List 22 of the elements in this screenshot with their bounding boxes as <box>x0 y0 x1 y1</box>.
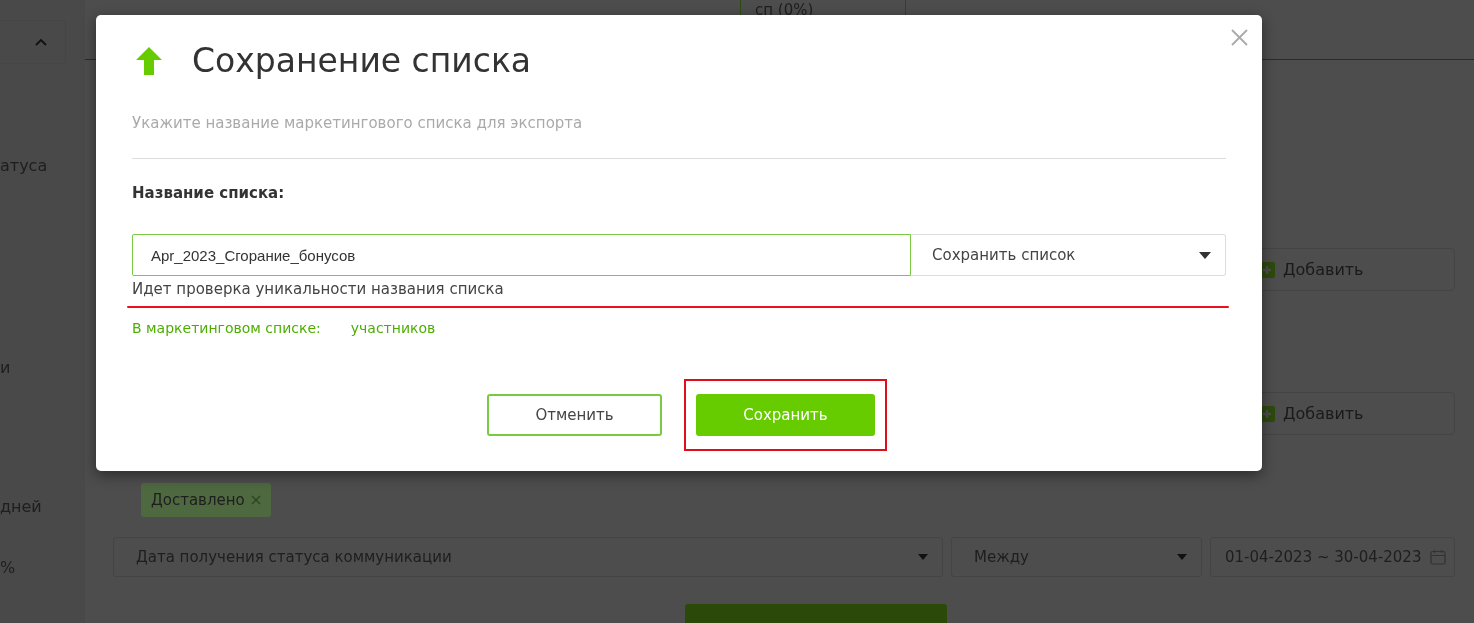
remove-icon[interactable] <box>250 495 261 506</box>
chevron-up-icon <box>35 38 47 46</box>
save-button[interactable]: Сохранить <box>696 394 875 436</box>
status-message: Идет проверка уникальности названия списка <box>132 280 505 298</box>
submit-button[interactable] <box>685 604 947 623</box>
close-icon[interactable] <box>1231 29 1248 46</box>
save-mode-dropdown[interactable]: Сохранить список <box>911 234 1226 276</box>
caret-icon <box>1177 554 1187 561</box>
caret-icon <box>1199 251 1211 259</box>
tag-label: Доставлено <box>151 491 245 510</box>
collapse-control[interactable] <box>0 20 66 64</box>
cancel-button[interactable]: Отменить <box>487 394 662 436</box>
calendar-icon <box>1430 549 1446 566</box>
count-unit: участников <box>350 320 436 336</box>
list-name-input[interactable]: Apr_2023_Сгорание_бонусов <box>132 234 911 276</box>
upload-arrow-icon <box>136 46 162 75</box>
caret-icon <box>918 554 928 561</box>
dialog-title: Сохранение списка <box>192 41 532 80</box>
count-label: В маркетинговом списке: <box>132 320 321 336</box>
sidebar-label: % <box>0 558 16 577</box>
field-label: Название списка: <box>132 184 286 202</box>
dialog-subtitle: Укажите название маркетингового списка для экспорта <box>132 114 584 132</box>
